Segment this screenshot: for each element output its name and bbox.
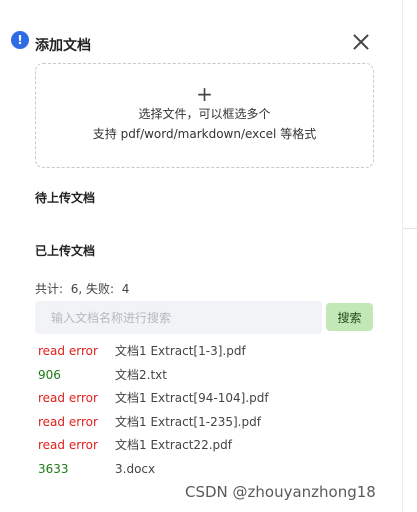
file-row: read error 文档1 Extract[1-3].pdf [38,341,378,365]
file-row: 3633 3.docx [38,459,378,483]
file-name: 文档1 Extract[1-3].pdf [115,344,246,358]
pending-documents-title: 待上传文档 [35,191,96,205]
file-row: read error 文档1 Extract[94-104].pdf [38,388,378,412]
alert-icon: ! [11,31,29,49]
file-name: 文档2.txt [115,367,167,382]
uploaded-file-list: read error 文档1 Extract[1-3].pdf 906 文档2.txt… [38,341,378,483]
search-button[interactable]: 搜索 [326,303,373,331]
dropzone-hint: 选择文件，可以框选多个 [138,107,271,121]
fail-count: 4 [121,282,130,296]
file-status: 3633 [38,461,69,476]
upload-counts: 共计: 6, 失败: 4 [35,282,130,296]
total-label: 共计: [35,282,64,296]
search-input[interactable] [35,301,322,334]
file-status: read error [38,391,98,406]
plus-icon: + [196,82,213,106]
file-name: 文档1 Extract22.pdf [115,438,232,453]
file-name: 3.docx [115,461,156,476]
add-document-dialog: ! 添加文档 + 选择文件，可以框选多个 支持 pdf/word/markdow… [0,0,402,512]
file-row: 906 文档2.txt [38,365,378,389]
file-row: read error 文档1 Extract22.pdf [38,435,378,459]
close-icon[interactable] [349,30,373,54]
divider [403,228,417,229]
file-row: read error 文档1 Extract[1-235].pdf [38,412,378,436]
background-page [402,0,417,512]
upload-dropzone[interactable]: + 选择文件，可以框选多个 支持 pdf/word/markdown/excel… [35,63,374,168]
file-status: read error [38,414,98,429]
dropzone-formats: 支持 pdf/word/markdown/excel 等格式 [92,127,317,141]
watermark: CSDN @zhouyanzhong18 [185,483,376,501]
file-name: 文档1 Extract[94-104].pdf [115,391,269,406]
file-status: read error [38,438,98,453]
fail-label: 失败: [85,282,115,296]
uploaded-documents-title: 已上传文档 [35,244,96,258]
file-status: 906 [38,367,61,382]
dialog-title: 添加文档 [35,38,91,54]
file-name: 文档1 Extract[1-235].pdf [115,414,261,429]
file-status: read error [38,344,98,358]
